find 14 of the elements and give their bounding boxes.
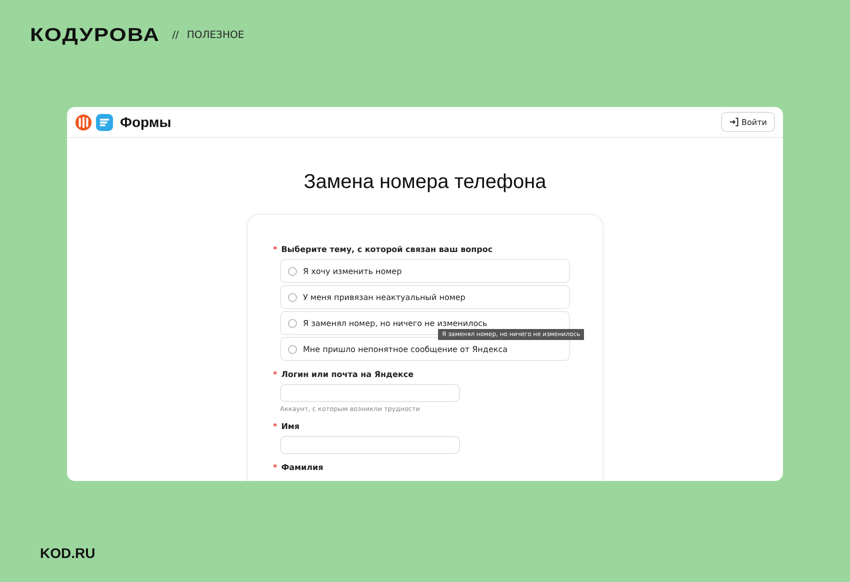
section-label: ПОЛЕЗНОЕ bbox=[186, 30, 244, 40]
required-mark: * bbox=[273, 245, 278, 254]
required-mark: * bbox=[273, 370, 278, 379]
required-mark: * bbox=[273, 463, 278, 472]
app-name: Формы bbox=[120, 114, 172, 130]
question-label: Фамилия bbox=[281, 463, 324, 472]
required-mark: * bbox=[273, 422, 278, 431]
question-label: Имя bbox=[281, 422, 300, 431]
separator: // bbox=[172, 30, 179, 40]
logo: КОДУРОВА bbox=[30, 24, 160, 46]
question-label: Выберите тему, с которой связан ваш вопрос bbox=[281, 245, 493, 254]
question-label: Логин или почта на Яндексе bbox=[281, 370, 414, 379]
form-title: Замена номера телефона bbox=[302, 171, 548, 194]
footer-label: KOD.RU bbox=[40, 545, 96, 561]
